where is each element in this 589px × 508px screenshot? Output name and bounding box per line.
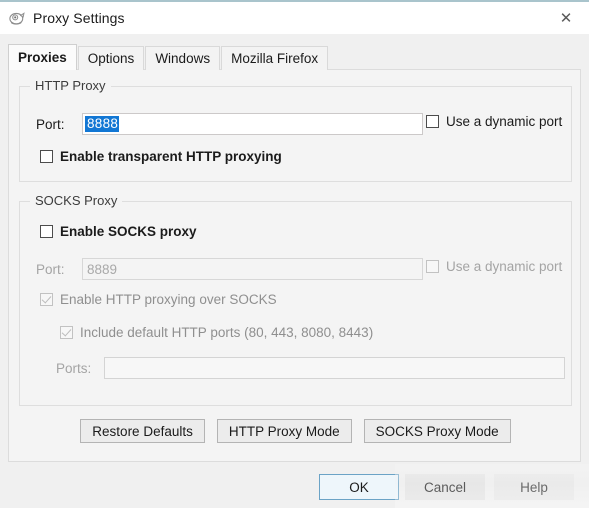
fiddler-app-icon	[8, 10, 26, 28]
dialog-footer: OK Cancel Help	[0, 472, 589, 508]
button-label: Help	[520, 479, 548, 495]
button-label: SOCKS Proxy Mode	[375, 423, 499, 439]
http-port-row: Port: 8888	[36, 113, 423, 135]
button-label: HTTP Proxy Mode	[228, 423, 340, 439]
http-transparent-label: Enable transparent HTTP proxying	[60, 149, 282, 164]
socks-include-default-ports-checkbox[interactable]	[60, 326, 73, 339]
http-proxy-mode-button[interactable]: HTTP Proxy Mode	[216, 419, 352, 443]
socks-proxy-group-title: SOCKS Proxy	[30, 193, 123, 208]
socks-include-default-ports-row[interactable]: Include default HTTP ports (80, 443, 808…	[60, 325, 373, 340]
http-proxy-group-title: HTTP Proxy	[30, 78, 111, 93]
button-label: Restore Defaults	[92, 423, 193, 439]
socks-proxy-mode-button[interactable]: SOCKS Proxy Mode	[363, 419, 511, 443]
tab-label: Proxies	[18, 50, 67, 65]
tab-options[interactable]: Options	[77, 46, 145, 70]
socks-enable-row[interactable]: Enable SOCKS proxy	[40, 224, 197, 239]
socks-dynamic-port-row[interactable]: Use a dynamic port	[426, 259, 562, 274]
socks-proxy-group: SOCKS Proxy Enable SOCKS proxy Port: 888…	[19, 193, 572, 406]
socks-port-label: Port:	[36, 261, 65, 277]
socks-port-input[interactable]: 8889	[82, 258, 423, 280]
socks-enable-checkbox[interactable]	[40, 225, 53, 238]
socks-ports-label: Ports:	[56, 360, 92, 376]
socks-http-over-socks-row[interactable]: Enable HTTP proxying over SOCKS	[40, 292, 277, 307]
http-dynamic-port-row[interactable]: Use a dynamic port	[426, 114, 562, 129]
cancel-button[interactable]: Cancel	[405, 474, 485, 500]
socks-port-value: 8889	[87, 261, 118, 277]
mode-button-bar: Restore Defaults HTTP Proxy Mode SOCKS P…	[9, 419, 582, 443]
ok-button[interactable]: OK	[319, 474, 399, 500]
socks-http-over-socks-label: Enable HTTP proxying over SOCKS	[60, 292, 277, 307]
tab-label: Mozilla Firefox	[231, 51, 319, 66]
socks-dynamic-port-checkbox[interactable]	[426, 260, 439, 273]
proxies-tab-panel: HTTP Proxy Port: 8888 Use a dynamic port…	[8, 69, 581, 462]
button-label: Cancel	[423, 479, 467, 495]
tab-strip: Proxies Options Windows Mozilla Firefox	[8, 44, 581, 70]
http-proxy-group: HTTP Proxy Port: 8888 Use a dynamic port…	[19, 78, 572, 182]
http-port-value: 8888	[85, 115, 120, 133]
close-icon[interactable]: ✕	[543, 2, 589, 34]
tab-label: Options	[87, 51, 135, 66]
socks-ports-row: Ports:	[56, 357, 565, 379]
tab-proxies[interactable]: Proxies	[8, 44, 77, 70]
socks-ports-input[interactable]	[104, 357, 565, 379]
window-title: Proxy Settings	[33, 10, 125, 26]
http-transparent-checkbox[interactable]	[40, 150, 53, 163]
http-port-label: Port:	[36, 116, 65, 132]
button-label: OK	[349, 479, 369, 495]
socks-enable-label: Enable SOCKS proxy	[60, 224, 197, 239]
http-port-input[interactable]: 8888	[82, 113, 423, 135]
http-dynamic-port-checkbox[interactable]	[426, 115, 439, 128]
help-button[interactable]: Help	[494, 474, 574, 500]
restore-defaults-button[interactable]: Restore Defaults	[80, 419, 205, 443]
socks-port-row: Port: 8889	[36, 258, 423, 280]
proxy-settings-dialog: Proxy Settings ✕ Proxies Options Windows…	[0, 0, 589, 508]
http-dynamic-port-label: Use a dynamic port	[446, 114, 563, 129]
socks-include-default-ports-label: Include default HTTP ports (80, 443, 808…	[80, 325, 374, 340]
http-transparent-row[interactable]: Enable transparent HTTP proxying	[40, 149, 282, 164]
title-bar: Proxy Settings ✕	[0, 0, 589, 34]
tab-mozilla-firefox[interactable]: Mozilla Firefox	[221, 46, 329, 70]
tab-label: Windows	[155, 51, 211, 66]
socks-http-over-socks-checkbox[interactable]	[40, 293, 53, 306]
tab-windows[interactable]: Windows	[145, 46, 221, 70]
socks-dynamic-port-label: Use a dynamic port	[446, 259, 563, 274]
